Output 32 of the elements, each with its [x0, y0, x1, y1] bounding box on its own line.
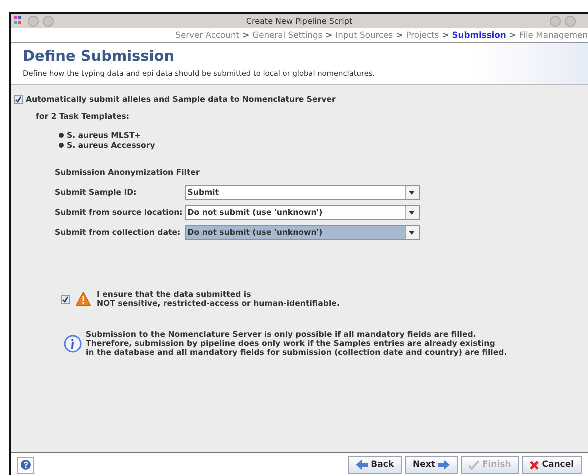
help-icon [20, 460, 30, 470]
page-title: Define Submission [23, 49, 176, 65]
checkbox[interactable] [14, 95, 23, 104]
breadcrumb-separator: > [396, 30, 404, 40]
app-menu-icon[interactable] [14, 16, 24, 25]
breadcrumb-separator: > [326, 30, 333, 40]
checkmark-icon [469, 460, 480, 470]
caret-icon [409, 190, 416, 194]
breadcrumb-separator: > [509, 30, 516, 40]
window-title: Create New Pipeline Script [246, 16, 353, 26]
breadcrumb-separator: > [242, 30, 250, 40]
close-icon [530, 460, 540, 470]
left-arrow-icon [356, 460, 368, 470]
info-icon [64, 334, 82, 352]
right-arrow-icon [438, 460, 450, 470]
caret-icon [409, 230, 416, 234]
breadcrumb-separator: > [442, 30, 450, 40]
breadcrumb-step: Projects [406, 30, 440, 40]
breadcrumb-step: Input Sources [336, 30, 394, 40]
bullet-icon [59, 133, 64, 138]
checkbox[interactable] [61, 294, 70, 304]
next-button[interactable]: Next [405, 456, 458, 474]
warning-icon [76, 292, 91, 306]
back-button[interactable]: Back [348, 456, 402, 474]
breadcrumb-step: General Settings [252, 30, 323, 40]
breadcrumb-step: File Managemen [519, 30, 588, 40]
bullet-icon [59, 143, 64, 148]
caret-icon [409, 210, 416, 214]
help-button[interactable] [17, 456, 34, 474]
breadcrumb-step: Submission [452, 30, 506, 40]
breadcrumb-step: Server Account [176, 30, 240, 40]
cancel-button[interactable]: Cancel [522, 456, 582, 474]
